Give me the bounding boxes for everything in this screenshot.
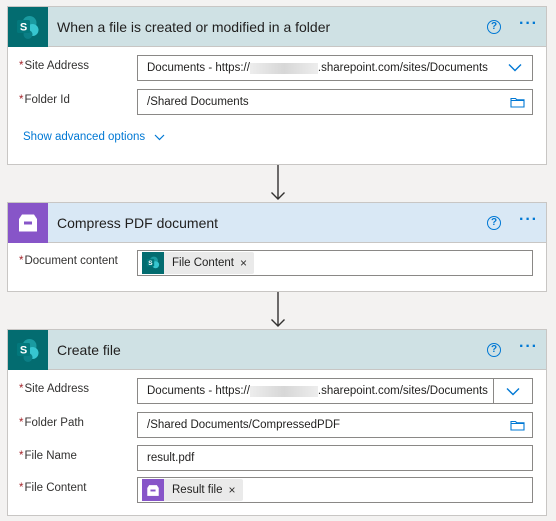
site-address-label: *Site Address <box>19 383 90 395</box>
token-label: File Content <box>172 257 235 269</box>
folder-id-field[interactable]: /Shared Documents <box>137 89 533 115</box>
required-marker: * <box>19 255 24 267</box>
file-name-field[interactable]: result.pdf <box>137 445 533 471</box>
site-address-value-prefix: Documents - https:// <box>147 385 250 397</box>
redacted-tenant <box>249 62 318 74</box>
site-address-label: *Site Address <box>19 60 90 72</box>
folder-path-field[interactable]: /Shared Documents/CompressedPDF <box>137 412 533 438</box>
file-content-token[interactable]: S File Content × <box>142 252 255 274</box>
sharepoint-icon: S <box>8 329 48 370</box>
pdf-archive-icon <box>8 202 48 243</box>
more-options-icon[interactable]: ··· <box>519 212 538 234</box>
compress-title: Compress PDF document <box>57 214 219 231</box>
svg-text:S: S <box>20 344 27 356</box>
site-address-dropdown[interactable]: Documents - https:// .sharepoint.com/sit… <box>137 378 533 404</box>
result-file-token[interactable]: Result file × <box>142 479 243 501</box>
chevron-down-icon <box>154 134 165 140</box>
document-content-field[interactable]: S File Content × <box>137 250 533 276</box>
chevron-down-icon[interactable] <box>493 378 533 404</box>
required-marker: * <box>19 383 24 395</box>
file-name-label: *File Name <box>19 450 77 462</box>
required-marker: * <box>19 417 24 429</box>
required-marker: * <box>19 450 24 462</box>
compress-header[interactable]: Compress PDF document ? ··· <box>8 202 546 243</box>
svg-text:S: S <box>148 260 153 267</box>
token-label: Result file <box>172 484 223 496</box>
trigger-card: S When a file is created or modified in … <box>7 6 547 165</box>
flow-arrow-icon <box>271 165 285 200</box>
more-options-icon[interactable]: ··· <box>519 339 538 361</box>
site-address-value-prefix: Documents - https:// <box>147 62 250 74</box>
remove-token-icon[interactable]: × <box>229 483 236 497</box>
folder-id-value: /Shared Documents <box>147 96 249 108</box>
remove-token-icon[interactable]: × <box>240 256 247 270</box>
folder-path-value: /Shared Documents/CompressedPDF <box>147 419 341 431</box>
folder-id-label: *Folder Id <box>19 94 70 106</box>
site-address-value-suffix: .sharepoint.com/sites/Documents <box>317 62 488 74</box>
required-marker: * <box>19 94 24 106</box>
more-options-icon[interactable]: ··· <box>519 16 538 38</box>
required-marker: * <box>19 482 24 494</box>
show-advanced-options-link[interactable]: Show advanced options <box>23 131 165 143</box>
file-content-field[interactable]: Result file × <box>137 477 533 503</box>
sharepoint-icon: S <box>8 6 48 47</box>
create-file-title: Create file <box>57 341 121 358</box>
flow-arrow-icon <box>271 292 285 327</box>
trigger-header[interactable]: S When a file is created or modified in … <box>8 6 546 47</box>
redacted-tenant <box>249 385 318 397</box>
help-icon[interactable]: ? <box>487 216 502 230</box>
sharepoint-icon: S <box>142 252 164 274</box>
pdf-archive-icon <box>142 479 164 501</box>
create-file-card: S Create file ? ··· *Site Address Docume… <box>7 329 547 516</box>
compress-card: Compress PDF document ? ··· *Document co… <box>7 202 547 292</box>
site-address-value-suffix: .sharepoint.com/sites/Documents <box>317 385 488 397</box>
folder-icon[interactable] <box>510 96 525 111</box>
folder-path-label: *Folder Path <box>19 417 84 429</box>
help-icon[interactable]: ? <box>487 343 502 357</box>
required-marker: * <box>19 60 24 72</box>
folder-icon[interactable] <box>510 419 525 434</box>
create-file-header[interactable]: S Create file ? ··· <box>8 329 546 370</box>
chevron-down-icon[interactable] <box>508 63 522 75</box>
help-icon[interactable]: ? <box>487 20 502 34</box>
document-content-label: *Document content <box>19 255 118 267</box>
svg-text:S: S <box>20 21 27 33</box>
trigger-title: When a file is created or modified in a … <box>57 18 331 35</box>
site-address-dropdown[interactable]: Documents - https:// .sharepoint.com/sit… <box>137 55 533 81</box>
file-name-value: result.pdf <box>147 452 195 464</box>
file-content-label: *File Content <box>19 482 87 494</box>
